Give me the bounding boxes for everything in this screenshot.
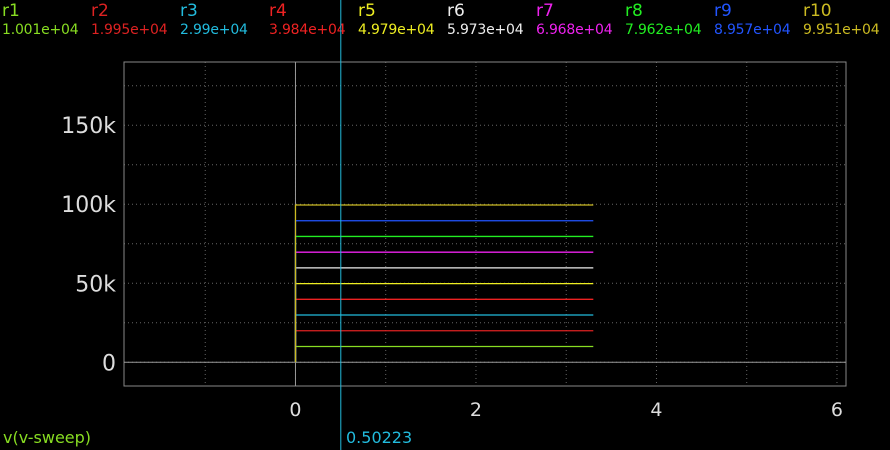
y-tick-label-3: 150k bbox=[61, 114, 116, 139]
plot-frame bbox=[123, 61, 847, 387]
cursor-value-readout: 0.50223 bbox=[346, 428, 413, 447]
x-variable-label[interactable]: v(v-sweep) bbox=[3, 428, 91, 447]
trace-r3 bbox=[294, 314, 594, 363]
y-tick-label-0: 0 bbox=[102, 351, 116, 376]
x-tick-label-0: 0 bbox=[289, 399, 301, 421]
x-tick-label-1: 2 bbox=[470, 399, 482, 421]
trace-r9 bbox=[294, 220, 594, 363]
y-tick-label-2: 100k bbox=[61, 193, 116, 218]
trace-r7 bbox=[294, 251, 594, 363]
trace-r1 bbox=[294, 345, 594, 363]
x-tick-label-3: 6 bbox=[831, 399, 843, 421]
y-tick-label-1: 50k bbox=[75, 272, 116, 297]
plot-area[interactable]: 0 50k 100k 150k 0 2 4 6 bbox=[0, 0, 890, 450]
x-tick-label-2: 4 bbox=[650, 399, 662, 421]
